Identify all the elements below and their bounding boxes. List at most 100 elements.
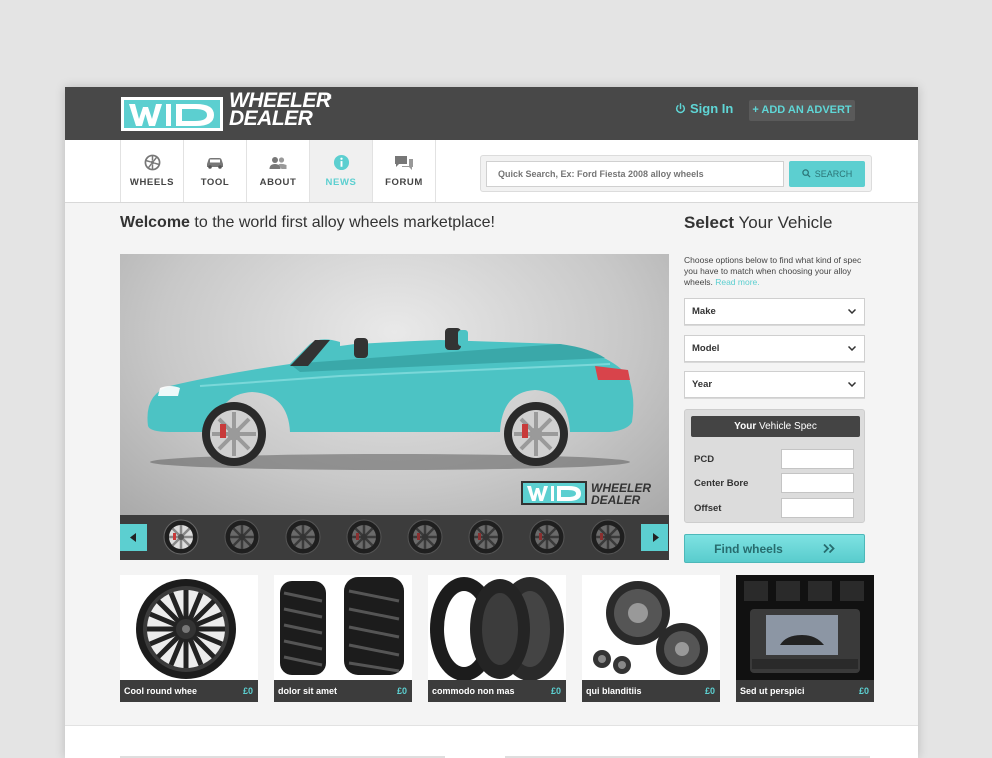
logo-wordmark: WHEELER DEALER (229, 89, 331, 130)
product-card[interactable]: commodo non mas £0 (428, 575, 566, 702)
power-icon (675, 103, 686, 114)
product-image-motorcycle-tyres (428, 575, 566, 680)
product-price: £0 (858, 686, 869, 696)
product-name: Cool round whee (124, 686, 197, 696)
make-select-label: Make (692, 306, 716, 317)
product-price: £0 (396, 686, 407, 696)
product-card[interactable]: dolor sit amet £0 (274, 575, 412, 702)
product-price: £0 (704, 686, 715, 696)
arrow-right-icon (652, 533, 659, 542)
nav-label: TOOL (200, 177, 230, 188)
wheel-carousel (120, 515, 669, 560)
wheel-thumbnail[interactable] (407, 519, 443, 555)
model-select-label: Model (692, 343, 720, 354)
vehicle-spec-panel: Your Vehicle Spec PCD Center Bore Offset (684, 409, 865, 523)
nav-bar: WHEELS TOOL ABOUT NEWS FORUM Quick Searc… (65, 140, 918, 203)
nav-label: FORUM (385, 177, 423, 188)
nav-label: WHEELS (129, 177, 175, 188)
svg-text:DEALER: DEALER (591, 493, 641, 507)
arrow-left-icon (129, 533, 136, 542)
page-frame: WHEELER DEALER TM Sign In + ADD AN ADVER… (65, 87, 918, 758)
carousel-next-button[interactable] (641, 524, 668, 551)
chevron-down-icon (848, 382, 856, 387)
year-select[interactable]: Year (684, 371, 865, 398)
product-name: Sed ut perspici (740, 686, 805, 696)
read-more-link[interactable]: Read more. (715, 277, 759, 287)
product-image-car-speakers (582, 575, 720, 680)
welcome-heading: Welcome to the world first alloy wheels … (120, 214, 495, 231)
product-card[interactable]: qui blanditiis £0 (582, 575, 720, 702)
info-icon (331, 154, 351, 171)
nav-item-tool[interactable]: TOOL (184, 140, 247, 202)
year-select-label: Year (692, 379, 713, 390)
nav-item-news[interactable]: NEWS (310, 140, 373, 202)
nav-item-forum[interactable]: FORUM (373, 140, 436, 202)
wheel-thumbnail[interactable] (163, 519, 199, 555)
wheel-thumbnail[interactable] (285, 519, 321, 555)
vehicle-spec-title: Your Vehicle Spec (691, 416, 860, 437)
add-advert-button[interactable]: + ADD AN ADVERT (749, 100, 855, 121)
nav-item-wheels[interactable]: WHEELS (121, 140, 184, 202)
logo-trademark: TM (323, 95, 332, 101)
find-wheels-button[interactable]: Find wheels (684, 534, 865, 563)
find-wheels-label: Find wheels (714, 541, 783, 556)
offset-label: Offset (694, 502, 722, 514)
pcd-field[interactable] (781, 449, 854, 469)
product-name: dolor sit amet (278, 686, 338, 696)
search-box: SEARCH (480, 155, 872, 192)
hero-watermark-logo: WHEELER DEALER (521, 481, 651, 507)
product-image-alloy-wheel (120, 575, 258, 680)
wheel-thumbnail[interactable] (590, 519, 626, 555)
wheel-thumbnail[interactable] (224, 519, 260, 555)
main-nav: WHEELS TOOL ABOUT NEWS FORUM (120, 140, 436, 202)
product-price: £0 (550, 686, 561, 696)
sign-in-label: Sign In (690, 101, 734, 116)
product-image-car-stereo (736, 575, 874, 680)
offset-row: Offset (694, 498, 854, 518)
pcd-row: PCD (694, 449, 854, 469)
carousel-prev-button[interactable] (120, 524, 147, 551)
product-image-tractor-tyres (274, 575, 412, 680)
footer-section (65, 725, 918, 758)
chevron-down-icon (848, 309, 856, 314)
wheel-thumbnail[interactable] (529, 519, 565, 555)
center-bore-row: Center Bore (694, 473, 854, 493)
pcd-label: PCD (694, 453, 715, 465)
hero-image: WHEELER DEALER (120, 254, 669, 515)
center-bore-field[interactable] (781, 473, 854, 493)
wheel-thumbnail[interactable] (468, 519, 504, 555)
model-select[interactable]: Model (684, 335, 865, 362)
nav-label: ABOUT (259, 177, 297, 188)
top-header: WHEELER DEALER TM Sign In + ADD AN ADVER… (65, 87, 918, 140)
search-icon (802, 168, 811, 180)
car-icon (205, 154, 225, 171)
product-info-bar: dolor sit amet £0 (274, 680, 412, 702)
search-input[interactable] (486, 161, 784, 187)
sign-in-link[interactable]: Sign In (675, 101, 733, 116)
offset-field[interactable] (781, 498, 854, 518)
search-button-label: SEARCH (814, 169, 853, 179)
select-vehicle-description: Choose options below to find what kind o… (684, 255, 862, 287)
product-card[interactable]: Cool round whee £0 (120, 575, 258, 702)
product-price: £0 (242, 686, 253, 696)
chat-icon (394, 154, 414, 171)
product-name: qui blanditiis (586, 686, 642, 696)
chevron-down-icon (848, 346, 856, 351)
make-select[interactable]: Make (684, 298, 865, 325)
select-vehicle-heading: Select Your Vehicle (684, 213, 833, 232)
product-name: commodo non mas (432, 686, 515, 696)
nav-label: NEWS (325, 177, 357, 188)
convertible-car-image (147, 328, 634, 470)
product-list: Cool round whee £0 dolor sit amet £0 com… (120, 575, 874, 702)
double-chevron-right-icon (823, 544, 835, 553)
users-icon (268, 154, 288, 171)
product-info-bar: commodo non mas £0 (428, 680, 566, 702)
center-bore-label: Center Bore (694, 477, 749, 489)
nav-item-about[interactable]: ABOUT (247, 140, 310, 202)
search-button[interactable]: SEARCH (789, 161, 865, 187)
product-info-bar: qui blanditiis £0 (582, 680, 720, 702)
wheel-icon (142, 154, 162, 171)
wheel-thumbnail[interactable] (346, 519, 382, 555)
product-info-bar: Sed ut perspici £0 (736, 680, 874, 702)
product-card[interactable]: Sed ut perspici £0 (736, 575, 874, 702)
